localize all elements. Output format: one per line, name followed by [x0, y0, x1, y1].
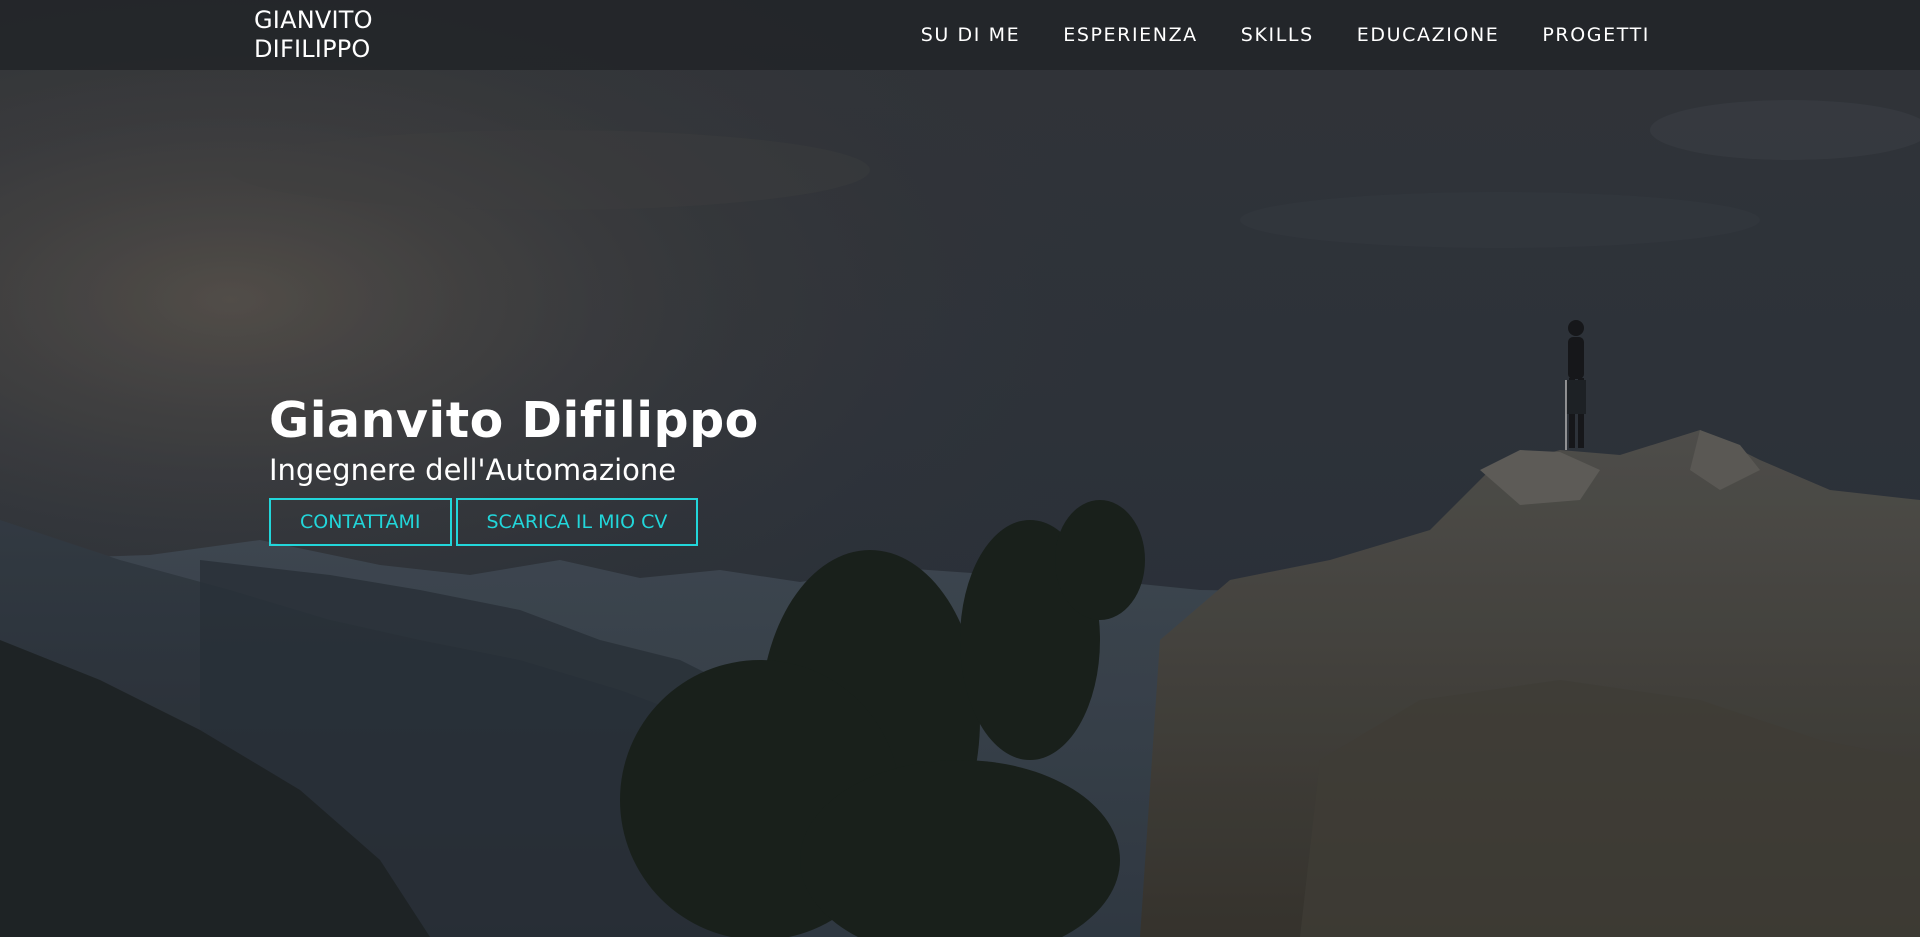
- nav-link-skills[interactable]: SKILLS: [1241, 24, 1314, 46]
- download-cv-button[interactable]: SCARICA IL MIO CV: [455, 498, 699, 546]
- nav-item-su-di-me: SU DI ME: [921, 24, 1020, 46]
- nav-link-esperienza[interactable]: ESPERIENZA: [1063, 24, 1198, 46]
- hero-role-subtitle: Ingegnere dell'Automazione: [269, 453, 677, 487]
- hero-buttons: CONTATTAMI SCARICA IL MIO CV: [269, 498, 759, 546]
- brand-logo-link[interactable]: GIANVITO DIFILIPPO: [254, 6, 434, 64]
- nav-link-su-di-me[interactable]: SU DI ME: [921, 24, 1020, 46]
- nav-link-progetti[interactable]: PROGETTI: [1542, 24, 1650, 46]
- nav-item-educazione: EDUCAZIONE: [1357, 24, 1500, 46]
- hero-content: Gianvito Difilippo Ingegnere dell'Automa…: [269, 390, 759, 546]
- hero-section: GIANVITO DIFILIPPO SU DI ME ESPERIENZA S…: [0, 0, 1920, 937]
- contact-button[interactable]: CONTATTAMI: [269, 498, 452, 546]
- main-navigation: SU DI ME ESPERIENZA SKILLS EDUCAZIONE PR…: [921, 0, 1650, 70]
- hero-name-heading: Gianvito Difilippo: [269, 392, 759, 449]
- top-navbar: GIANVITO DIFILIPPO SU DI ME ESPERIENZA S…: [0, 0, 1920, 70]
- nav-item-skills: SKILLS: [1241, 24, 1314, 46]
- nav-item-esperienza: ESPERIENZA: [1063, 24, 1198, 46]
- nav-link-educazione[interactable]: EDUCAZIONE: [1357, 24, 1500, 46]
- nav-item-progetti: PROGETTI: [1542, 24, 1650, 46]
